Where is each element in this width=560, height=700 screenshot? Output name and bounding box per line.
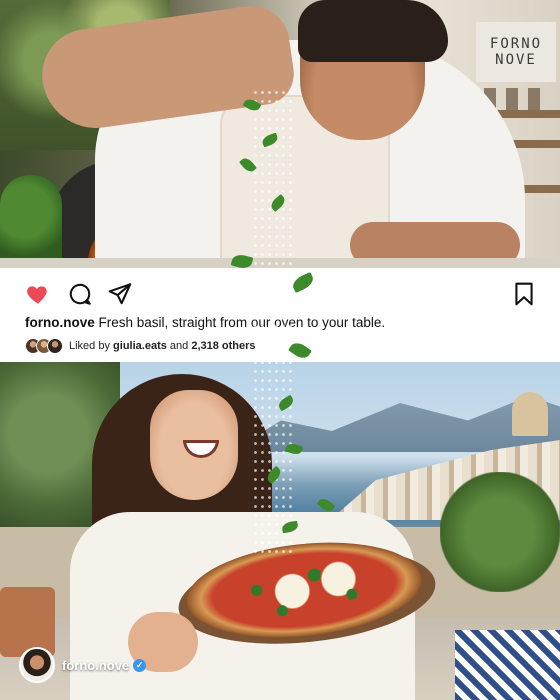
likes-prefix: Liked by — [69, 340, 110, 352]
falling-cheese — [252, 88, 292, 558]
terrace-bush — [440, 472, 560, 592]
likes-text: Liked by giulia.eats and 2,318 others — [69, 340, 256, 352]
post-caption: forno.nove Fresh basil, straight from ou… — [25, 315, 385, 330]
church-dome — [512, 392, 548, 436]
likes-conjunction: and — [169, 340, 189, 352]
profile-username[interactable]: forno.nove — [62, 658, 129, 673]
first-liker[interactable]: giulia.eats — [113, 340, 167, 352]
paper-plane-icon[interactable] — [107, 281, 133, 307]
likes-others[interactable]: 2,318 others — [191, 340, 255, 352]
verified-badge-icon: ✓ — [133, 658, 147, 672]
avatar[interactable] — [19, 647, 55, 683]
basil-plant — [0, 175, 62, 265]
caption-text: Fresh basil, straight from our oven to y… — [98, 315, 386, 330]
sign-line-2: NOVE — [495, 52, 537, 68]
checkered-table — [455, 630, 560, 700]
heart-filled-icon[interactable] — [25, 281, 51, 307]
bookmark-icon[interactable] — [511, 281, 537, 307]
likes-summary[interactable]: Liked by giulia.eats and 2,318 others — [25, 337, 256, 355]
comment-icon[interactable] — [67, 281, 93, 307]
liker-avatar — [47, 338, 63, 354]
sign-line-1: FORNO — [489, 36, 543, 52]
restaurant-sign: FORNO NOVE — [476, 22, 556, 82]
profile-chip[interactable]: forno.nove ✓ — [19, 646, 147, 684]
caption-username[interactable]: forno.nove — [25, 315, 95, 330]
chef-hair — [298, 0, 448, 62]
